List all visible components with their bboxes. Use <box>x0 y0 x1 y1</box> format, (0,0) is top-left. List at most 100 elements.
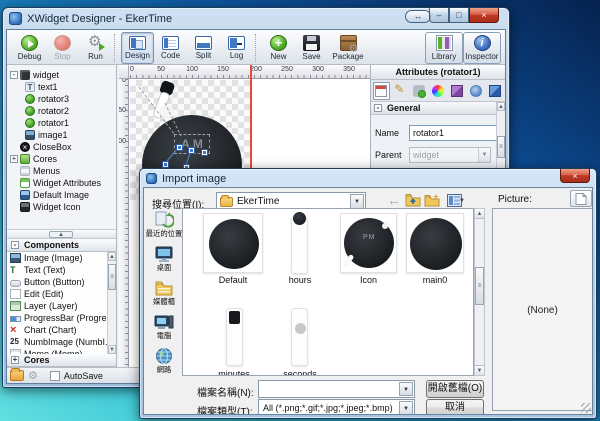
selection-handle[interactable] <box>177 145 182 150</box>
file-label[interactable]: Icon <box>340 275 397 285</box>
component-image[interactable]: Image (Image) <box>7 252 116 264</box>
file-minutes[interactable] <box>226 308 243 366</box>
component-layer[interactable]: Layer (Layer) <box>7 300 116 312</box>
new-folder-button[interactable] <box>423 191 441 209</box>
component-chart[interactable]: Chart (Chart) <box>7 324 116 336</box>
place-computer[interactable]: 電腦 <box>146 313 181 340</box>
chevron-down-icon[interactable]: ▼ <box>350 194 364 209</box>
scroll-thumb[interactable]: ≡ <box>497 136 505 158</box>
file-icon[interactable]: PM <box>340 213 397 273</box>
tab-animation[interactable] <box>467 82 484 100</box>
close-button[interactable]: × <box>469 8 499 23</box>
chevron-down-icon[interactable]: ▼ <box>478 148 490 162</box>
folder-icon[interactable] <box>10 370 24 381</box>
tab-shape[interactable] <box>411 82 428 100</box>
place-network[interactable]: 網路 <box>146 347 181 374</box>
component-edit[interactable]: Edit (Edit) <box>7 288 116 300</box>
file-label[interactable]: main0 <box>406 275 464 285</box>
scroll-down-icon[interactable]: ▼ <box>475 365 484 375</box>
scroll-up-icon[interactable]: ▲ <box>497 102 505 111</box>
file-label[interactable]: hours <box>277 275 323 285</box>
cores-header[interactable]: + Cores <box>7 354 116 367</box>
file-type-dropdown[interactable]: All (*.png;*.gif;*.jpg;*.jpeg;*.bmp) ▼ <box>258 399 415 415</box>
file-list-scrollbar[interactable]: ▲ ≡ ▼ <box>474 208 485 376</box>
tree-item-widget-icon[interactable]: Widget Icon <box>7 201 116 213</box>
file-label[interactable]: minutes <box>211 369 257 376</box>
expand-expander-icon[interactable]: + <box>10 155 18 163</box>
place-desktop[interactable]: 桌面 <box>146 245 181 272</box>
collapse-expander-icon[interactable]: - <box>11 241 19 249</box>
tab-3d[interactable] <box>486 82 503 100</box>
component-memo[interactable]: Memo (Memo) <box>7 348 116 354</box>
scroll-up-icon[interactable]: ▲ <box>475 209 484 219</box>
swap-layout-button[interactable]: ↔ <box>405 10 431 23</box>
gear-icon[interactable]: ⚙ <box>28 370 38 382</box>
inspector-button[interactable]: Inspector <box>463 32 501 64</box>
collapse-expander-icon[interactable]: - <box>374 104 382 112</box>
name-field[interactable] <box>409 125 506 141</box>
maximize-button[interactable]: □ <box>449 8 469 23</box>
tree-item-widget[interactable]: - widget <box>7 69 116 81</box>
log-view-button[interactable]: Log <box>220 32 253 64</box>
tree-item-default-image[interactable]: Default Image <box>7 189 116 201</box>
dialog-titlebar[interactable]: Import image <box>140 169 596 187</box>
tree-item-widget-attributes[interactable]: Widget Attributes <box>7 177 116 189</box>
file-label[interactable]: Default <box>203 275 263 285</box>
components-header[interactable]: - Components <box>7 239 116 252</box>
scroll-up-icon[interactable]: ▲ <box>108 252 116 261</box>
file-name-input[interactable]: ▼ <box>258 380 415 398</box>
tab-effects[interactable] <box>448 82 465 100</box>
components-scrollbar[interactable]: ▲ ≡ ▼ <box>107 252 116 354</box>
component-progressbar[interactable]: ProgressBar (Progre... <box>7 312 116 324</box>
tree-item-text1[interactable]: text1 <box>7 81 116 93</box>
selection-handle[interactable] <box>189 148 194 153</box>
component-text[interactable]: Text (Text) <box>7 264 116 276</box>
tab-color[interactable] <box>430 82 447 100</box>
view-menu-button[interactable]: ▼ <box>442 191 466 209</box>
tree-item-cores[interactable]: + Cores <box>7 153 116 165</box>
chevron-down-icon[interactable]: ▼ <box>399 401 413 415</box>
open-button[interactable]: 開啟舊檔(O) <box>426 380 484 398</box>
tree-item-rotator2[interactable]: rotator2 <box>7 105 116 117</box>
minimize-button[interactable]: – <box>429 8 449 23</box>
tree-item-menus[interactable]: Menus <box>7 165 116 177</box>
autosave-checkbox[interactable] <box>50 371 60 381</box>
selection-handle[interactable] <box>202 150 207 155</box>
chevron-down-icon[interactable]: ▼ <box>399 382 413 396</box>
tree-item-rotator3[interactable]: rotator3 <box>7 93 116 105</box>
design-view-button[interactable]: Design <box>121 32 154 64</box>
tree-item-closebox[interactable]: CloseBox <box>7 141 116 153</box>
place-libraries[interactable]: 媒體櫃 <box>146 279 181 306</box>
stop-button[interactable]: Stop <box>46 32 79 64</box>
file-label[interactable]: seconds <box>277 369 323 376</box>
file-default[interactable] <box>203 213 263 273</box>
package-button[interactable]: Package <box>328 32 368 64</box>
panel-splitter[interactable]: ▲ <box>7 229 116 239</box>
split-view-button[interactable]: Split <box>187 32 220 64</box>
place-recent[interactable]: 最近的位置 <box>146 210 181 238</box>
collapse-expander-icon[interactable]: - <box>10 71 18 79</box>
resize-grip[interactable] <box>581 403 591 413</box>
library-button[interactable]: Library <box>425 32 463 64</box>
tree-item-image1[interactable]: image1 <box>7 129 116 141</box>
scroll-down-icon[interactable]: ▼ <box>108 345 116 354</box>
file-hours[interactable] <box>291 217 308 274</box>
debug-button[interactable]: Debug <box>13 32 46 64</box>
up-one-level-button[interactable] <box>404 191 422 209</box>
tab-general[interactable] <box>373 82 390 100</box>
file-main0[interactable] <box>406 213 464 273</box>
general-section-header[interactable]: - General <box>371 102 505 115</box>
new-button[interactable]: New <box>262 32 295 64</box>
expand-expander-icon[interactable]: + <box>11 356 19 364</box>
scroll-thumb[interactable]: ≡ <box>475 267 484 305</box>
component-button[interactable]: Button (Button) <box>7 276 116 288</box>
file-list[interactable]: Default hours PM Icon main0 <box>182 208 474 376</box>
tab-edit[interactable] <box>392 82 409 100</box>
collapse-panel-button[interactable]: ▲ <box>49 231 73 238</box>
run-button[interactable]: Run <box>79 32 112 64</box>
scroll-thumb[interactable]: ≡ <box>108 264 116 290</box>
code-view-button[interactable]: Code <box>154 32 187 64</box>
dialog-close-button[interactable]: × <box>560 169 590 183</box>
save-button[interactable]: Save <box>295 32 328 64</box>
tree-item-rotator1[interactable]: rotator1 <box>7 117 116 129</box>
